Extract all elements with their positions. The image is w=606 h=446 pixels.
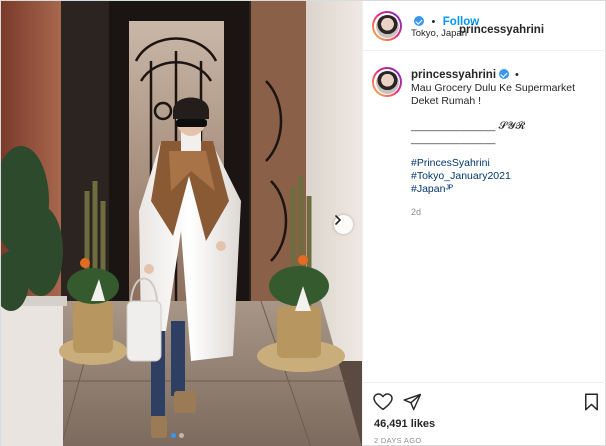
caption-body: princessyahrini • Mau Grocery Dulu Ke Su…	[411, 69, 601, 219]
carousel-indicator	[171, 433, 184, 438]
post-header: princessyahrini • Follow Tokyo, Japan	[363, 1, 606, 51]
post-actions: 46,491 likes 2 DAYS AGO	[363, 382, 606, 446]
caption-line-1: Mau Grocery Dulu Ke Supermarket	[411, 82, 575, 94]
hashtag-link[interactable]: #Japanᴶᴾ	[411, 183, 601, 196]
heart-icon	[373, 393, 393, 411]
separator-dot: •	[431, 16, 436, 28]
post-timestamp[interactable]: 2 DAYS AGO	[374, 436, 421, 445]
like-count[interactable]: 46,491 likes	[374, 418, 435, 430]
post-location[interactable]: Tokyo, Japan	[411, 28, 467, 39]
bookmark-icon	[585, 393, 598, 411]
hashtag-link[interactable]: #Tokyo_January2021	[411, 170, 601, 183]
photo-illustration	[1, 1, 362, 446]
caption-line-2: Deket Rumah !	[411, 95, 482, 107]
like-button[interactable]	[373, 393, 393, 416]
author-username[interactable]: princessyahrini	[459, 24, 544, 36]
separator-dot: •	[514, 69, 519, 81]
share-button[interactable]	[403, 393, 422, 416]
carousel-dot-active	[171, 433, 176, 438]
hashtag-link[interactable]: #PrincesSyahrini	[411, 157, 601, 170]
author-avatar[interactable]	[372, 11, 402, 41]
paper-plane-icon	[403, 393, 422, 411]
post-photo[interactable]	[1, 1, 362, 446]
caption-age: 2d	[411, 207, 422, 217]
chevron-right-icon	[335, 215, 342, 225]
save-button[interactable]	[584, 393, 599, 416]
post-side-panel: princessyahrini • Follow Tokyo, Japan pr…	[362, 1, 606, 446]
verified-badge-icon	[414, 16, 424, 26]
carousel-next-button[interactable]	[334, 215, 353, 234]
caption-signature: ______________ 𝓢𝓨𝓡 ______________	[411, 120, 526, 145]
hashtag-list: #PrincesSyahrini #Tokyo_January2021 #Jap…	[411, 157, 601, 196]
carousel-dot	[179, 433, 184, 438]
caption-author-username[interactable]: princessyahrini	[411, 69, 496, 81]
caption-author-avatar[interactable]	[372, 67, 402, 97]
verified-badge-icon	[499, 69, 510, 79]
instagram-post: princessyahrini • Follow Tokyo, Japan pr…	[0, 0, 606, 446]
